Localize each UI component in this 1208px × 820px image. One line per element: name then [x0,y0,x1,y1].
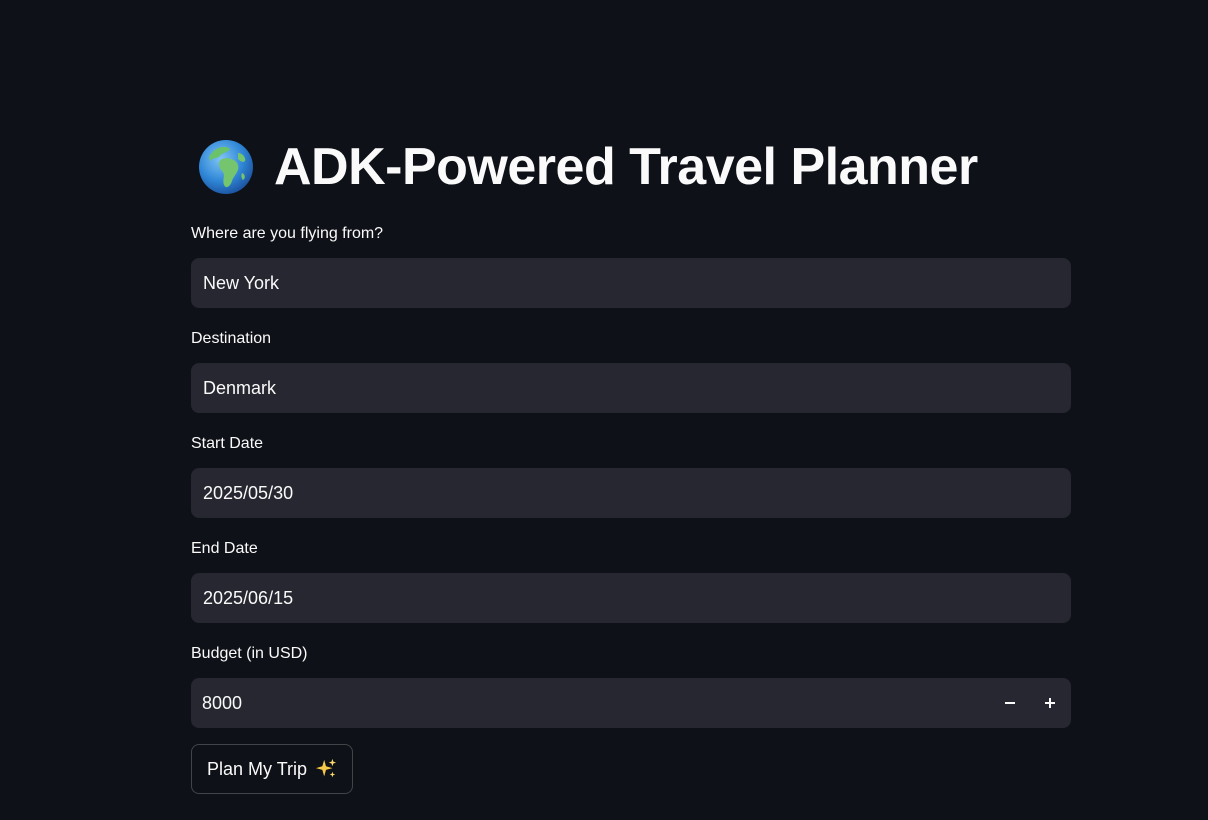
minus-icon [1005,702,1015,704]
start-date-input[interactable] [191,468,1071,518]
end-date-field: End Date [191,539,1071,623]
header: ADK-Powered Travel Planner [198,132,978,202]
sparkles-icon [315,758,337,778]
budget-input[interactable] [191,678,981,728]
budget-increment-button[interactable] [1030,678,1070,728]
destination-field: Destination [191,329,1071,413]
destination-label: Destination [191,330,272,347]
origin-label: Where are you flying from? [191,225,384,242]
destination-input[interactable] [191,363,1071,413]
origin-field: Where are you flying from? [191,224,1071,308]
budget-field: Budget (in USD) [191,644,1071,728]
start-date-label: Start Date [191,435,264,452]
globe-icon [199,140,253,194]
budget-label: Budget (in USD) [191,645,308,662]
plan-my-trip-button[interactable]: Plan My Trip [191,744,354,794]
page-title: ADK-Powered Travel Planner [274,138,978,196]
start-date-field: Start Date [191,434,1071,518]
budget-decrement-button[interactable] [990,678,1030,728]
plan-my-trip-label: Plan My Trip [207,758,308,779]
budget-number-input [191,678,1071,728]
end-date-input[interactable] [191,573,1071,623]
end-date-label: End Date [191,540,258,557]
plus-icon [1045,698,1055,708]
origin-input[interactable] [191,258,1071,308]
app-page: ADK-Powered Travel Planner Where are you… [0,0,1208,820]
